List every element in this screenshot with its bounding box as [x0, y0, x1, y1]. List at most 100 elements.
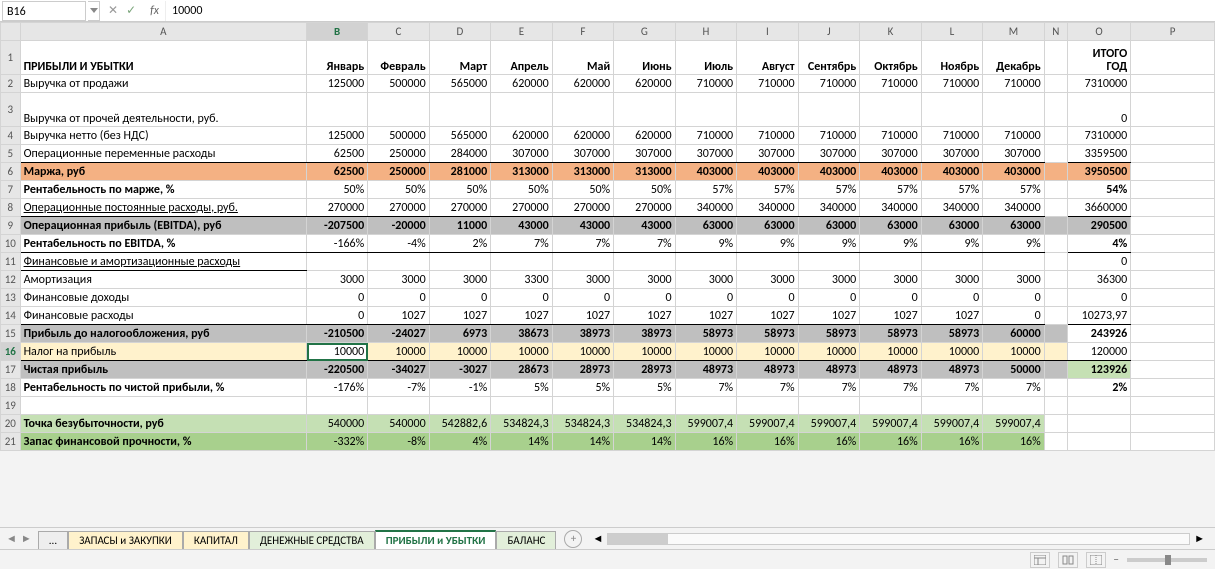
cell[interactable]: 62500	[307, 163, 368, 181]
cell-label[interactable]: Чистая прибыль	[20, 361, 306, 379]
cell[interactable]	[1044, 343, 1067, 361]
name-box-dropdown[interactable]	[88, 1, 100, 21]
cell[interactable]	[1131, 379, 1215, 397]
tab-balance[interactable]: БАЛАНС	[496, 531, 556, 549]
cell[interactable]	[20, 397, 306, 415]
cell[interactable]: 710000	[675, 127, 736, 145]
cell[interactable]: 16%	[798, 433, 860, 451]
cell-label[interactable]: Налог на прибыль	[20, 343, 306, 361]
cell[interactable]: 620000	[552, 127, 613, 145]
cell[interactable]: -24027	[368, 325, 429, 343]
cell[interactable]: 5%	[552, 379, 613, 397]
cell[interactable]: 3000	[552, 271, 613, 289]
cell[interactable]: 10000	[429, 343, 490, 361]
col-K[interactable]: K	[860, 23, 921, 41]
cell[interactable]: 7%	[737, 379, 798, 397]
cell[interactable]	[614, 253, 675, 271]
cell[interactable]	[798, 397, 860, 415]
cell-total[interactable]: 2%	[1067, 379, 1130, 397]
cell-label[interactable]: Прибыль до налогообложения, руб	[20, 325, 306, 343]
cell[interactable]	[491, 93, 552, 127]
cell[interactable]: 0	[307, 307, 368, 325]
cell-total[interactable]: 0	[1067, 253, 1130, 271]
cancel-icon[interactable]: ✕	[108, 3, 118, 18]
cell[interactable]: 620000	[552, 75, 613, 93]
cell[interactable]	[1131, 325, 1215, 343]
cell[interactable]: 0	[983, 289, 1044, 307]
cell[interactable]: 0	[737, 289, 798, 307]
row-19[interactable]: 19	[1, 397, 21, 415]
cell-month[interactable]: Июль	[675, 41, 736, 75]
cell[interactable]: 307000	[737, 145, 798, 163]
cell[interactable]	[1131, 397, 1215, 415]
cell[interactable]: 565000	[429, 75, 490, 93]
cell[interactable]	[1044, 361, 1067, 379]
cell[interactable]: 599007,4	[921, 415, 982, 433]
cell-label[interactable]: Амортизация	[20, 271, 306, 289]
cell[interactable]: 125000	[307, 127, 368, 145]
cell[interactable]: 3000	[675, 271, 736, 289]
cell[interactable]: 63000	[921, 217, 982, 235]
cell[interactable]: 0	[552, 289, 613, 307]
cell[interactable]: 14%	[552, 433, 613, 451]
cell[interactable]: -4%	[368, 235, 429, 253]
row-13[interactable]: 13	[1, 289, 21, 307]
cell[interactable]: 7%	[552, 235, 613, 253]
cell[interactable]: 0	[921, 289, 982, 307]
cell[interactable]: 0	[368, 289, 429, 307]
cell[interactable]	[737, 93, 798, 127]
cell[interactable]: 270000	[491, 199, 552, 217]
cell[interactable]	[1131, 361, 1215, 379]
cell[interactable]: -166%	[307, 235, 368, 253]
cell-total[interactable]: 36300	[1067, 271, 1130, 289]
cell[interactable]: 57%	[921, 181, 982, 199]
cell[interactable]: 50%	[491, 181, 552, 199]
spreadsheet-grid[interactable]: A B C D E F G H I J K L M N O P 1ПРИБЫЛИ…	[0, 22, 1215, 527]
cell[interactable]	[1044, 235, 1067, 253]
cell-total[interactable]: 243926	[1067, 325, 1130, 343]
tab-nav-next-icon[interactable]: ►	[21, 532, 32, 545]
cell[interactable]: 620000	[491, 127, 552, 145]
cell[interactable]	[1131, 93, 1215, 127]
cell[interactable]: 307000	[860, 145, 921, 163]
cell[interactable]: 403000	[675, 163, 736, 181]
row-9[interactable]: 9	[1, 217, 21, 235]
row-14[interactable]: 14	[1, 307, 21, 325]
cell[interactable]: 10000	[798, 343, 860, 361]
cell[interactable]: 710000	[798, 127, 860, 145]
cell[interactable]: 58973	[798, 325, 860, 343]
cell[interactable]: 16%	[737, 433, 798, 451]
cell[interactable]: 7%	[798, 379, 860, 397]
cell[interactable]: 710000	[675, 75, 736, 93]
cell[interactable]: 340000	[983, 199, 1044, 217]
cell-total[interactable]: 10273,97	[1067, 307, 1130, 325]
cell[interactable]: 10000	[860, 343, 921, 361]
cell[interactable]	[1067, 397, 1130, 415]
cell[interactable]: 60000	[983, 325, 1044, 343]
cell[interactable]: 3000	[307, 271, 368, 289]
cell[interactable]	[1044, 199, 1067, 217]
col-N[interactable]: N	[1044, 23, 1067, 41]
cell[interactable]: -332%	[307, 433, 368, 451]
cell[interactable]: 340000	[860, 199, 921, 217]
row-20[interactable]: 20	[1, 415, 21, 433]
cell[interactable]	[1044, 217, 1067, 235]
cell[interactable]: 307000	[491, 145, 552, 163]
cell[interactable]: 1027	[675, 307, 736, 325]
cell-month[interactable]: Март	[429, 41, 490, 75]
row-7[interactable]: 7	[1, 181, 21, 199]
cell[interactable]: 9%	[675, 235, 736, 253]
cell[interactable]: 540000	[368, 415, 429, 433]
horizontal-scrollbar[interactable]: ◄ ►	[582, 532, 1215, 545]
cell[interactable]: 403000	[737, 163, 798, 181]
cell[interactable]: 10000	[552, 343, 613, 361]
cell[interactable]	[1131, 217, 1215, 235]
confirm-icon[interactable]: ✓	[126, 3, 136, 18]
cell[interactable]: 542882,6	[429, 415, 490, 433]
cell[interactable]: -176%	[307, 379, 368, 397]
cell[interactable]: 10000	[614, 343, 675, 361]
cell[interactable]: -3027	[429, 361, 490, 379]
cell[interactable]: -7%	[368, 379, 429, 397]
cell[interactable]	[1044, 289, 1067, 307]
cell[interactable]: 63000	[860, 217, 921, 235]
